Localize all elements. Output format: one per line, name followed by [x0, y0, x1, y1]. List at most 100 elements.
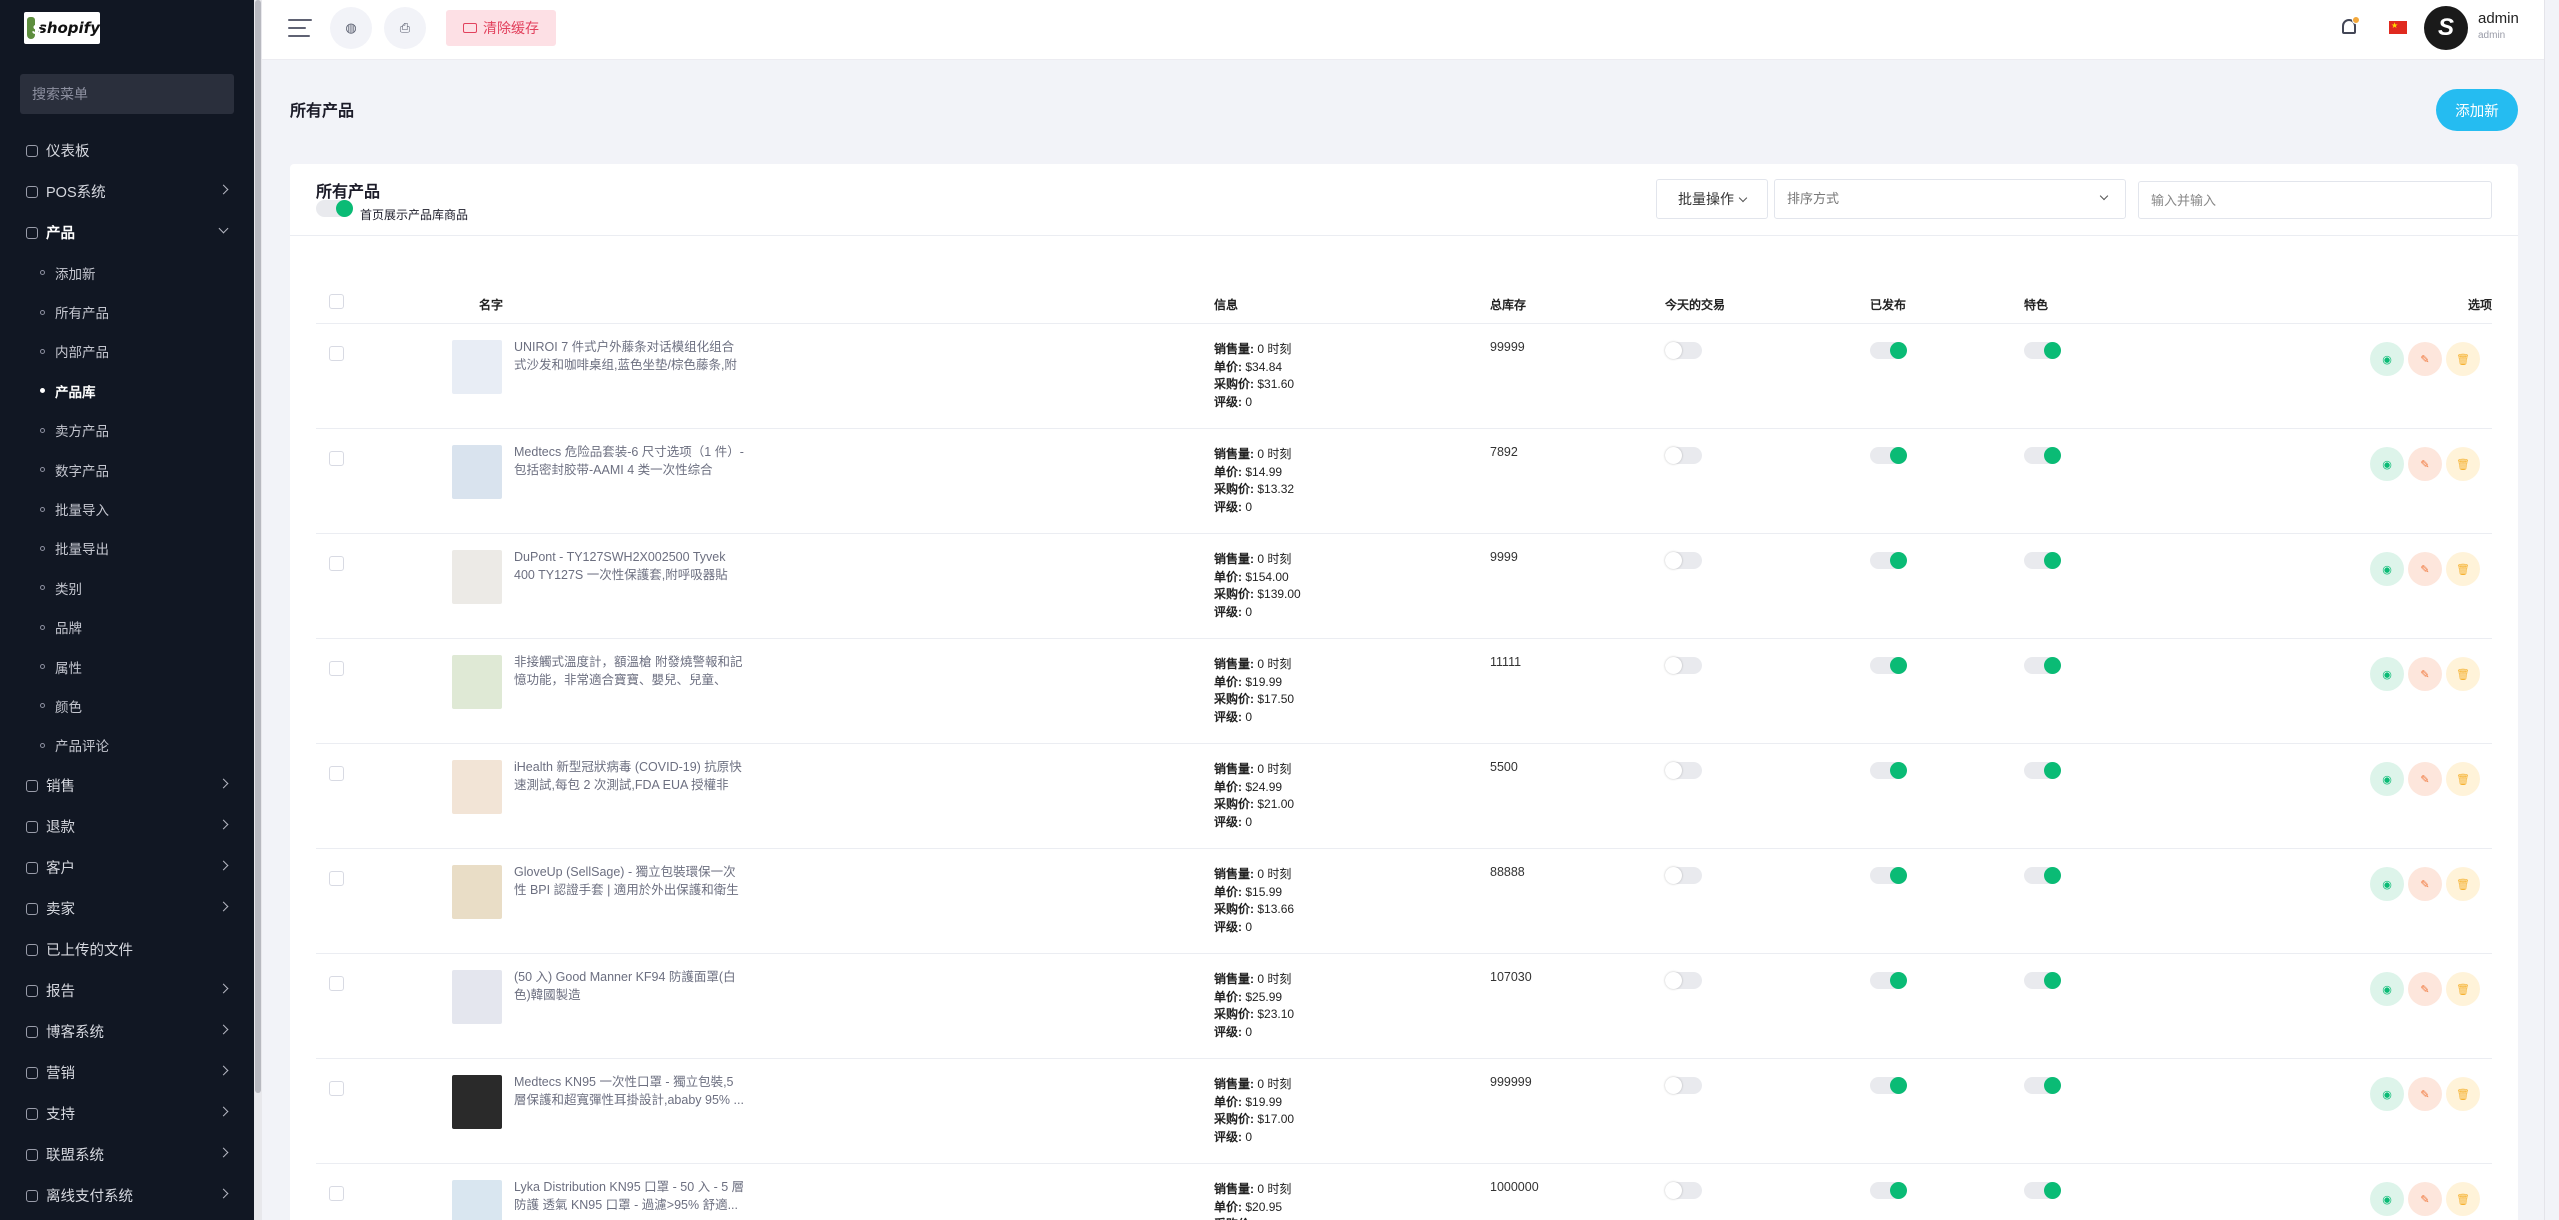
sidebar-subitem[interactable]: 添加新 [0, 253, 254, 292]
sidebar-subitem[interactable]: 卖方产品 [0, 411, 254, 450]
featured-toggle[interactable] [2024, 552, 2061, 569]
header-today-deal[interactable]: 今天的交易 [1665, 296, 1725, 313]
row-checkbox[interactable] [329, 556, 344, 571]
sidebar-subitem[interactable]: 属性 [0, 647, 254, 686]
view-eye-icon[interactable]: ◉ [2370, 867, 2404, 901]
row-checkbox[interactable] [329, 976, 344, 991]
delete-trash-icon[interactable]: 🗑 [2446, 657, 2480, 691]
header-featured[interactable]: 特色 [2024, 296, 2048, 313]
today-deal-toggle[interactable] [1665, 657, 1702, 674]
sidebar-item[interactable]: 卖家 [0, 888, 254, 929]
published-toggle[interactable] [1870, 762, 1907, 779]
sidebar-item[interactable]: 营销 [0, 1052, 254, 1093]
user-name[interactable]: admin [2478, 10, 2519, 27]
row-checkbox[interactable] [329, 766, 344, 781]
product-name[interactable]: 非接觸式溫度計，額溫槍 附發燒警報和記憶功能，非常適合寶寶、嬰兒、兒童、成... [514, 654, 746, 689]
published-toggle[interactable] [1870, 972, 1907, 989]
sidebar-item[interactable]: 销售 [0, 765, 254, 806]
china-flag-icon[interactable]: ★ [2389, 21, 2407, 34]
sidebar-subitem[interactable]: 颜色 [0, 686, 254, 725]
edit-pencil-icon[interactable]: ✎ [2408, 762, 2442, 796]
published-toggle[interactable] [1870, 342, 1907, 359]
sidebar-subitem[interactable]: 品牌 [0, 608, 254, 647]
hamburger-menu-icon[interactable] [288, 19, 312, 39]
delete-trash-icon[interactable]: 🗑 [2446, 1182, 2480, 1216]
sidebar-item[interactable]: 已上传的文件 [0, 929, 254, 970]
featured-toggle[interactable] [2024, 1077, 2061, 1094]
globe-icon[interactable]: ◍ [330, 7, 372, 49]
today-deal-toggle[interactable] [1665, 762, 1702, 779]
sidebar-item[interactable]: 支持 [0, 1093, 254, 1134]
sidebar-subitem[interactable]: 类别 [0, 568, 254, 607]
today-deal-toggle[interactable] [1665, 972, 1702, 989]
today-deal-toggle[interactable] [1665, 447, 1702, 464]
featured-toggle[interactable] [2024, 1182, 2061, 1199]
today-deal-toggle[interactable] [1665, 552, 1702, 569]
edit-pencil-icon[interactable]: ✎ [2408, 972, 2442, 1006]
product-name[interactable]: Lyka Distribution KN95 口罩 - 50 入 - 5 層防護… [514, 1179, 746, 1214]
select-all-checkbox[interactable] [329, 294, 344, 309]
featured-toggle[interactable] [2024, 867, 2061, 884]
product-name[interactable]: UNIROI 7 件式户外藤条对话模组化组合式沙发和咖啡桌组,蓝色坐垫/棕色藤条… [514, 339, 746, 374]
sort-select[interactable]: 排序方式 [1774, 179, 2126, 219]
edit-pencil-icon[interactable]: ✎ [2408, 657, 2442, 691]
delete-trash-icon[interactable]: 🗑 [2446, 447, 2480, 481]
delete-trash-icon[interactable]: 🗑 [2446, 552, 2480, 586]
homepage-show-toggle[interactable] [316, 200, 353, 217]
product-name[interactable]: DuPont - TY127SWH2X002500 Tyvek 400 TY12… [514, 549, 746, 584]
view-eye-icon[interactable]: ◉ [2370, 447, 2404, 481]
product-name[interactable]: Medtecs 危险品套装-6 尺寸选项（1 件）- 包括密封胶带-AAMI 4… [514, 444, 746, 479]
edit-pencil-icon[interactable]: ✎ [2408, 342, 2442, 376]
today-deal-toggle[interactable] [1665, 867, 1702, 884]
product-search-input[interactable] [2138, 181, 2492, 219]
view-eye-icon[interactable]: ◉ [2370, 762, 2404, 796]
header-name[interactable]: 名字 [479, 296, 503, 313]
sidebar-item[interactable]: 离线支付系统 [0, 1175, 254, 1216]
product-thumbnail[interactable] [452, 760, 502, 814]
published-toggle[interactable] [1870, 657, 1907, 674]
view-eye-icon[interactable]: ◉ [2370, 1182, 2404, 1216]
shopify-logo[interactable]: shopify [24, 12, 100, 44]
featured-toggle[interactable] [2024, 657, 2061, 674]
published-toggle[interactable] [1870, 552, 1907, 569]
delete-trash-icon[interactable]: 🗑 [2446, 762, 2480, 796]
product-name[interactable]: (50 入) Good Manner KF94 防護面罩(白色)韓國製造 [514, 969, 746, 1004]
printer-icon[interactable]: ⎙ [384, 7, 426, 49]
sidebar-scrollbar-thumb[interactable] [255, 0, 261, 1093]
sidebar-item[interactable]: 退款 [0, 806, 254, 847]
sidebar-item[interactable]: 报告 [0, 970, 254, 1011]
featured-toggle[interactable] [2024, 762, 2061, 779]
delete-trash-icon[interactable]: 🗑 [2446, 972, 2480, 1006]
view-eye-icon[interactable]: ◉ [2370, 552, 2404, 586]
featured-toggle[interactable] [2024, 972, 2061, 989]
row-checkbox[interactable] [329, 661, 344, 676]
page-scrollbar[interactable] [2544, 0, 2559, 1220]
view-eye-icon[interactable]: ◉ [2370, 657, 2404, 691]
sidebar-subitem[interactable]: 产品库 [0, 371, 254, 410]
sidebar-item[interactable]: POS系统 [0, 171, 254, 212]
notification-bell-icon[interactable] [2338, 14, 2362, 42]
sidebar-subitem[interactable]: 产品评论 [0, 726, 254, 765]
published-toggle[interactable] [1870, 867, 1907, 884]
published-toggle[interactable] [1870, 1077, 1907, 1094]
sidebar-item[interactable]: 联盟系统 [0, 1134, 254, 1175]
edit-pencil-icon[interactable]: ✎ [2408, 867, 2442, 901]
sidebar-subitem[interactable]: 批量导出 [0, 529, 254, 568]
add-new-button[interactable]: 添加新 [2436, 89, 2518, 131]
published-toggle[interactable] [1870, 1182, 1907, 1199]
published-toggle[interactable] [1870, 447, 1907, 464]
header-info[interactable]: 信息 [1214, 296, 1238, 313]
header-published[interactable]: 已发布 [1870, 296, 1906, 313]
featured-toggle[interactable] [2024, 447, 2061, 464]
product-thumbnail[interactable] [452, 865, 502, 919]
sidebar-item[interactable]: 客户 [0, 847, 254, 888]
product-thumbnail[interactable] [452, 1180, 502, 1220]
edit-pencil-icon[interactable]: ✎ [2408, 1182, 2442, 1216]
avatar[interactable]: S [2424, 6, 2468, 50]
sidebar-subitem[interactable]: 内部产品 [0, 332, 254, 371]
row-checkbox[interactable] [329, 1186, 344, 1201]
product-thumbnail[interactable] [452, 445, 502, 499]
delete-trash-icon[interactable]: 🗑 [2446, 342, 2480, 376]
featured-toggle[interactable] [2024, 342, 2061, 359]
row-checkbox[interactable] [329, 1081, 344, 1096]
